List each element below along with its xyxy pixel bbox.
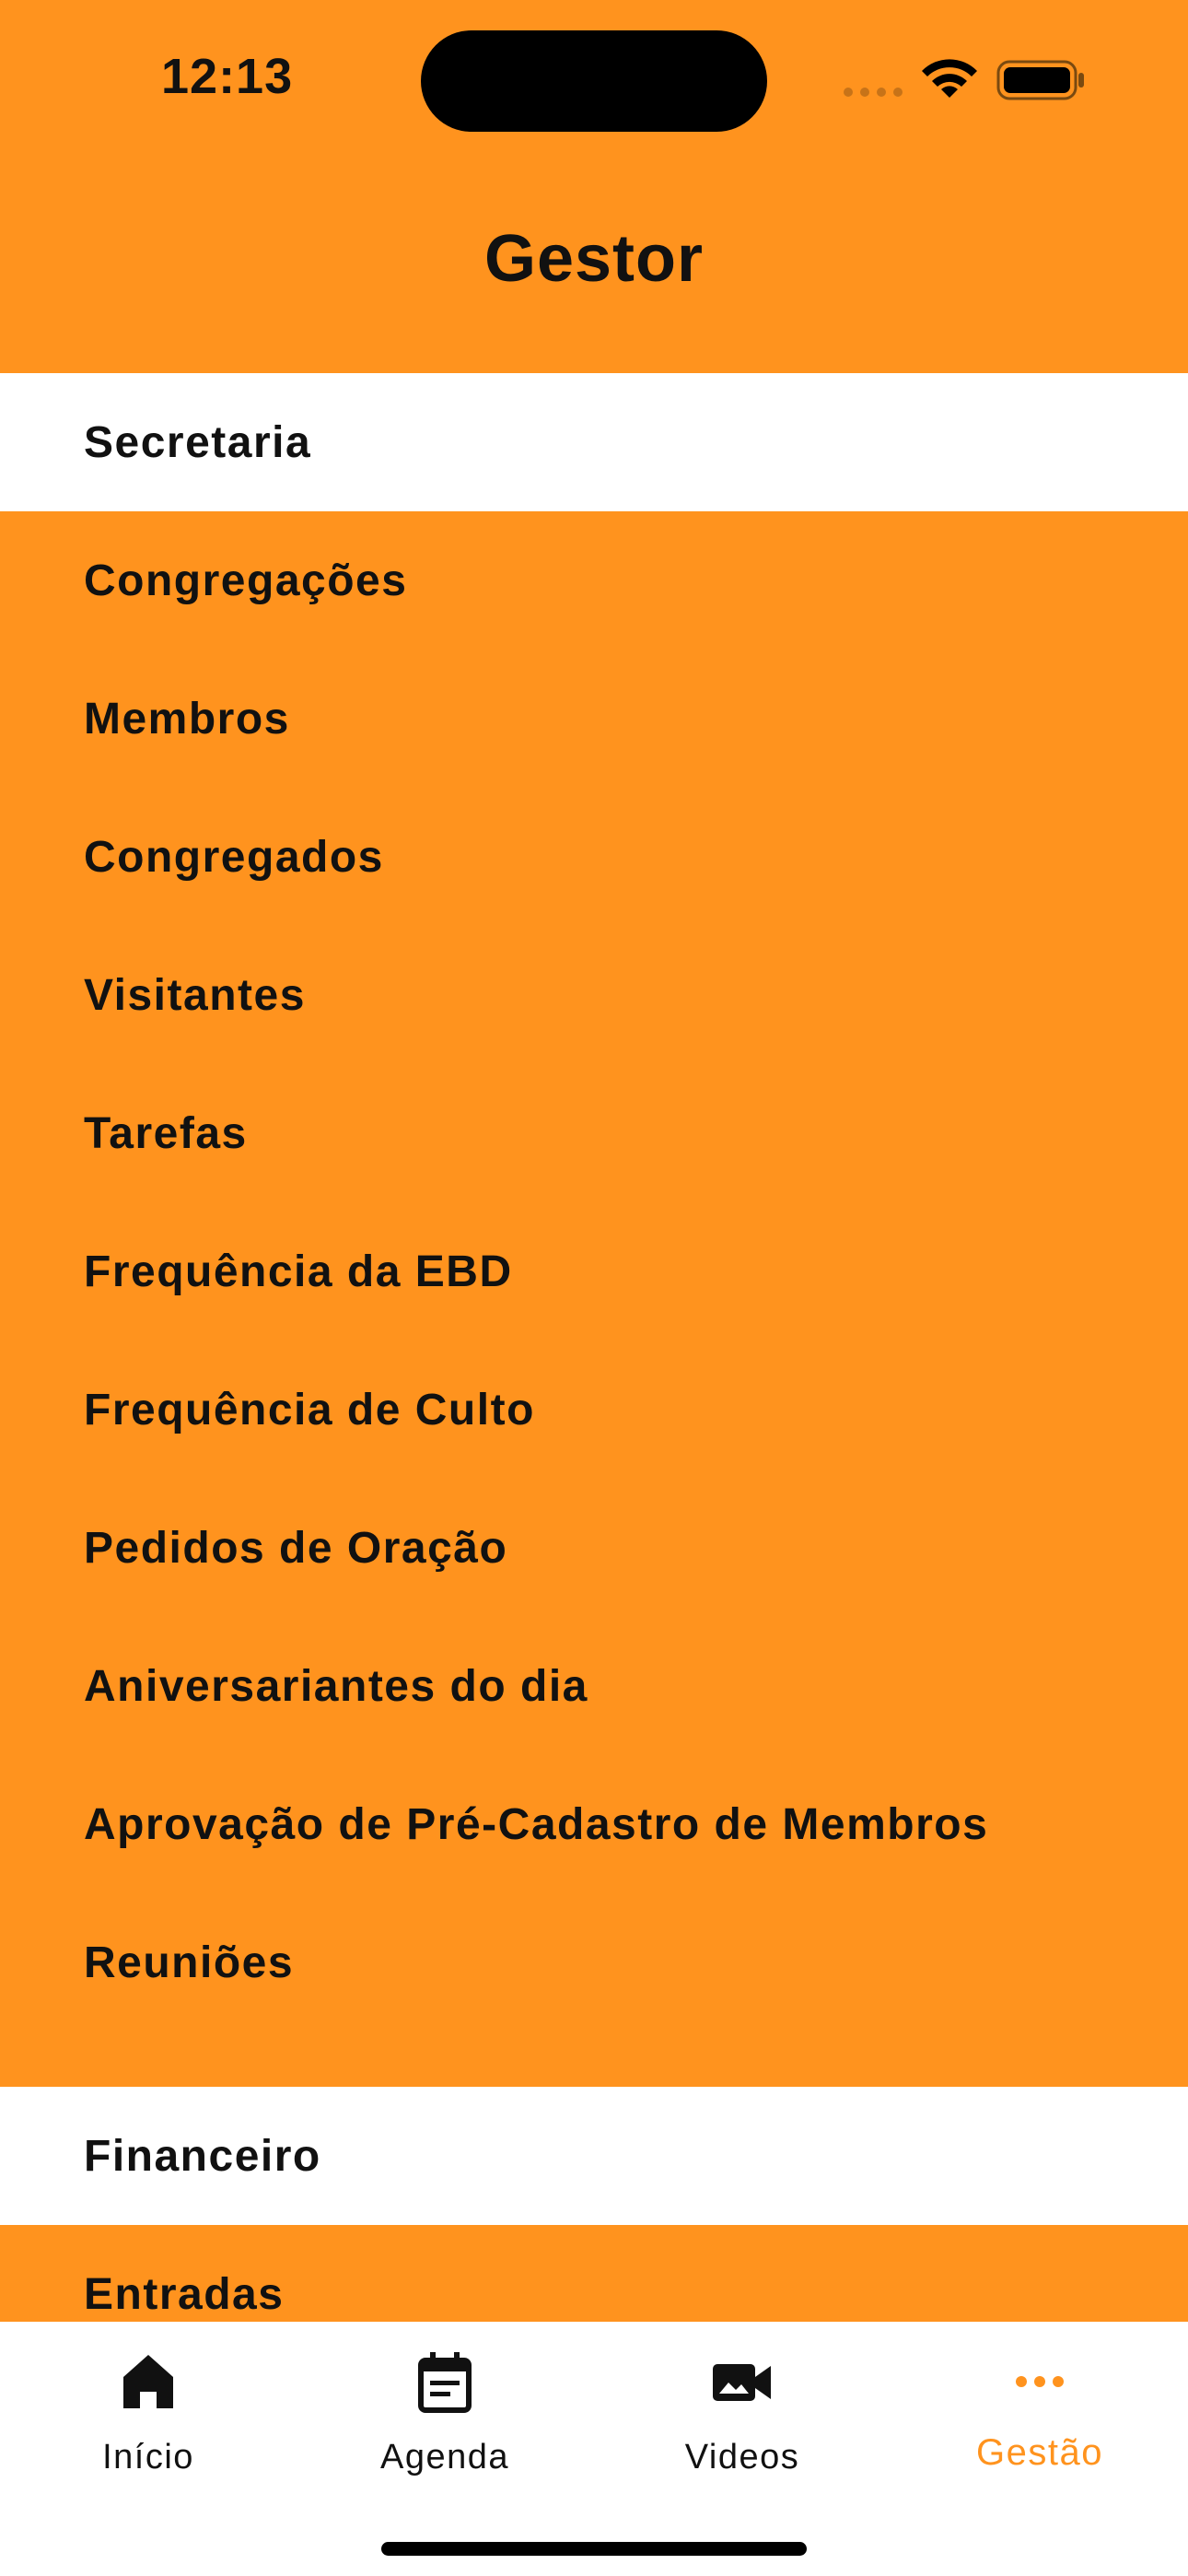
menu-item-label: Aprovação de Pré-Cadastro de Membros bbox=[84, 1800, 989, 1849]
section-header-label: Financeiro bbox=[84, 2132, 321, 2181]
calendar-icon bbox=[418, 2352, 472, 2413]
menu-item-pedidos-oracao[interactable]: Pedidos de Oração bbox=[0, 1479, 1188, 1617]
home-icon bbox=[123, 2355, 173, 2408]
menu-item-visitantes[interactable]: Visitantes bbox=[0, 926, 1188, 1064]
menu-item-label: Reuniões bbox=[84, 1938, 295, 1987]
video-camera-icon bbox=[713, 2364, 771, 2401]
home-indicator[interactable] bbox=[381, 2542, 807, 2556]
tab-inicio[interactable]: Início bbox=[0, 2322, 297, 2506]
menu-item-label: Entradas bbox=[84, 2270, 285, 2319]
menu-item-aprovacao-pre-cadastro[interactable]: Aprovação de Pré-Cadastro de Membros bbox=[0, 1755, 1188, 1893]
tab-label: Início bbox=[102, 2438, 194, 2476]
menu-item-congregacoes[interactable]: Congregações bbox=[0, 511, 1188, 650]
more-dots-icon bbox=[1016, 2376, 1064, 2387]
cellular-signal-icon bbox=[844, 88, 903, 97]
dynamic-island bbox=[421, 30, 767, 132]
tab-label: Videos bbox=[684, 2438, 800, 2476]
menu-item-frequencia-culto[interactable]: Frequência de Culto bbox=[0, 1341, 1188, 1479]
section-header-label: Secretaria bbox=[84, 418, 312, 467]
tab-videos[interactable]: Videos bbox=[594, 2322, 891, 2506]
tab-agenda[interactable]: Agenda bbox=[297, 2322, 593, 2506]
menu-item-reunioes[interactable]: Reuniões bbox=[0, 1893, 1188, 2032]
menu-item-label: Frequência de Culto bbox=[84, 1386, 535, 1434]
status-bar: 12:13 bbox=[0, 0, 1188, 166]
menu-item-membros[interactable]: Membros bbox=[0, 650, 1188, 788]
wifi-icon bbox=[922, 59, 977, 98]
tab-gestao[interactable]: Gestão bbox=[891, 2322, 1188, 2506]
menu-item-frequencia-ebd[interactable]: Frequência da EBD bbox=[0, 1202, 1188, 1341]
menu-item-label: Frequência da EBD bbox=[84, 1247, 513, 1296]
menu-item-label: Aniversariantes do dia bbox=[84, 1662, 588, 1711]
menu-item-label: Pedidos de Oração bbox=[84, 1524, 508, 1573]
tab-label: Gestão bbox=[976, 2432, 1103, 2473]
menu-item-label: Tarefas bbox=[84, 1109, 248, 1158]
tab-bar: Início Agenda Videos Gestão bbox=[0, 2322, 1188, 2576]
menu-item-label: Congregações bbox=[84, 556, 408, 605]
menu-item-congregados[interactable]: Congregados bbox=[0, 788, 1188, 926]
tab-label: Agenda bbox=[379, 2438, 509, 2476]
menu-item-label: Membros bbox=[84, 695, 290, 744]
menu-item-aniversariantes[interactable]: Aniversariantes do dia bbox=[0, 1617, 1188, 1755]
status-time: 12:13 bbox=[161, 49, 294, 104]
page-title: Gestor bbox=[483, 222, 705, 296]
section-header-secretaria: Secretaria bbox=[0, 373, 1188, 511]
menu-item-tarefas[interactable]: Tarefas bbox=[0, 1064, 1188, 1202]
menu-item-label: Visitantes bbox=[84, 971, 306, 1020]
battery-icon bbox=[996, 60, 1084, 100]
section-header-financeiro: Financeiro bbox=[0, 2087, 1188, 2225]
menu-item-label: Congregados bbox=[84, 833, 384, 882]
